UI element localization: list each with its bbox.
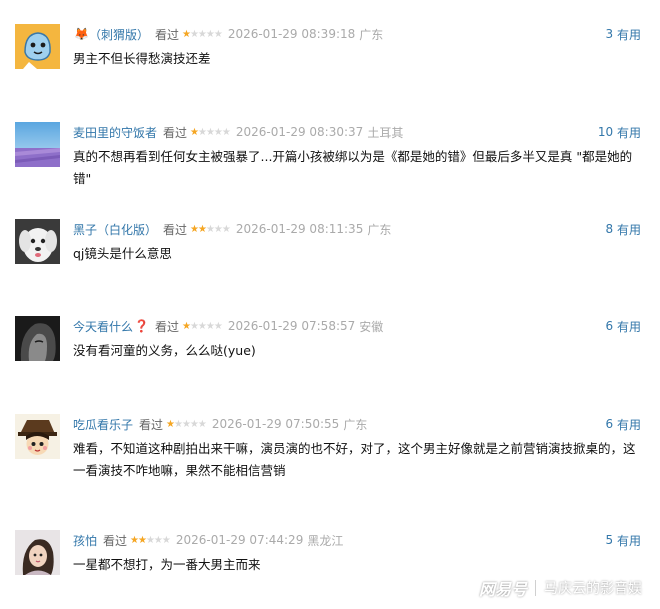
comment-meta: 今天看什么 ❓ 看过 ★★★★★ 2026-01-29 07:58:57 安徽 bbox=[73, 317, 383, 335]
comment-time: 2026-01-29 07:50:55 bbox=[211, 417, 340, 431]
avatar[interactable] bbox=[15, 122, 60, 167]
username-link[interactable]: 吃瓜看乐子 bbox=[73, 416, 133, 433]
watched-status: 看过 bbox=[139, 417, 164, 432]
comment-location: 土耳其 bbox=[367, 125, 404, 140]
avatar-dark-portrait-icon bbox=[15, 316, 60, 361]
useful-count: 8 bbox=[605, 222, 614, 236]
rating-stars: ★★★★★ bbox=[130, 534, 171, 546]
comment-location: 安徽 bbox=[359, 319, 384, 334]
watched-status: 看过 bbox=[103, 533, 128, 548]
avatar-cartoon-icon bbox=[15, 24, 60, 69]
avatar-portrait-icon bbox=[15, 530, 60, 575]
watermark: 网易号 马庆云的影音娱 bbox=[479, 576, 642, 600]
avatar-lavender-field-icon bbox=[15, 122, 60, 167]
watched-status: 看过 bbox=[163, 125, 188, 140]
comment-text: 男主不但长得愁演技还差 bbox=[73, 51, 211, 66]
watched-status: 看过 bbox=[163, 222, 188, 237]
comment-location: 广东 bbox=[343, 417, 368, 432]
comment-text: qj镜头是什么意思 bbox=[73, 246, 172, 261]
rating-stars: ★★★★★ bbox=[190, 223, 231, 235]
useful-count: 3 bbox=[605, 27, 614, 41]
comment-text: 一星都不想打，为一番大男主而来 bbox=[73, 557, 261, 572]
avatar[interactable] bbox=[15, 316, 60, 361]
rating-stars: ★★★★★ bbox=[181, 320, 223, 332]
comment-item: 麦田里的守饭者 看过 ★★★★★ 2026-01-29 08:30:37 土耳其… bbox=[0, 120, 660, 217]
comment-meta: 麦田里的守饭者 看过 ★★★★★ 2026-01-29 08:30:37 土耳其 bbox=[73, 123, 403, 141]
useful-button[interactable]: 10 有用 bbox=[598, 123, 641, 141]
comment-item: 🦊 （刺猬版） 看过 ★★★★★ 2026-01-29 08:39:18 广东 … bbox=[0, 22, 660, 119]
avatar-cartoon-girl-icon bbox=[15, 414, 60, 459]
rating-stars: ★★★★★ bbox=[181, 28, 223, 40]
useful-label: 有用 bbox=[616, 125, 641, 140]
useful-count: 5 bbox=[605, 533, 614, 547]
useful-label: 有用 bbox=[616, 533, 641, 548]
useful-button[interactable]: 3 有用 bbox=[606, 25, 641, 43]
avatar[interactable] bbox=[15, 414, 60, 459]
useful-button[interactable]: 8 有用 bbox=[606, 220, 641, 238]
comment-meta: 🦊 （刺猬版） 看过 ★★★★★ 2026-01-29 08:39:18 广东 bbox=[73, 25, 383, 43]
comment-location: 黑龙江 bbox=[307, 533, 344, 548]
rating-stars: ★★★★★ bbox=[190, 126, 231, 138]
useful-label: 有用 bbox=[616, 27, 641, 42]
comment-location: 广东 bbox=[359, 27, 384, 42]
username-link[interactable]: 黑子（白化版） bbox=[73, 221, 157, 238]
useful-count: 6 bbox=[605, 319, 614, 333]
avatar[interactable] bbox=[15, 24, 60, 69]
comment-time: 2026-01-29 08:39:18 bbox=[227, 27, 356, 41]
username-link[interactable]: 今天看什么 bbox=[73, 318, 133, 335]
comment-text: 没有看河童的义务，么么哒(yue) bbox=[73, 343, 256, 358]
comment-text: 难看，不知道这种剧拍出来干嘛，演员演的也不好，对了，这个男主好像就是之前营销演技… bbox=[73, 441, 636, 478]
comment-item: 今天看什么 ❓ 看过 ★★★★★ 2026-01-29 07:58:57 安徽 … bbox=[0, 314, 660, 411]
watermark-divider bbox=[535, 580, 536, 596]
watched-status: 看过 bbox=[154, 319, 179, 334]
username-link[interactable]: 孩怕 bbox=[73, 532, 97, 549]
useful-button[interactable]: 5 有用 bbox=[606, 531, 641, 549]
comment-meta: 孩怕 看过 ★★★★★ 2026-01-29 07:44:29 黑龙江 bbox=[73, 531, 343, 549]
comment-time: 2026-01-29 08:30:37 bbox=[235, 125, 364, 139]
comment-item: 吃瓜看乐子 看过 ★★★★★ 2026-01-29 07:50:55 广东 6 … bbox=[0, 412, 660, 509]
avatar[interactable] bbox=[15, 530, 60, 575]
useful-button[interactable]: 6 有用 bbox=[606, 415, 641, 433]
useful-label: 有用 bbox=[616, 222, 641, 237]
useful-count: 6 bbox=[605, 417, 614, 431]
avatar[interactable] bbox=[15, 219, 60, 264]
comment-text: 真的不想再看到任何女主被强暴了...开篇小孩被绑以为是《都是她的错》但最后多半又… bbox=[73, 149, 633, 186]
username-link[interactable]: （刺猬版） bbox=[89, 26, 149, 43]
useful-count: 10 bbox=[597, 125, 614, 139]
rating-stars: ★★★★★ bbox=[166, 418, 207, 430]
comment-time: 2026-01-29 07:58:57 bbox=[227, 319, 356, 333]
comment-meta: 黑子（白化版） 看过 ★★★★★ 2026-01-29 08:11:35 广东 bbox=[73, 220, 391, 238]
question-mark-icon: ❓ bbox=[134, 319, 149, 333]
avatar-white-dog-icon bbox=[15, 219, 60, 264]
comment-location: 广东 bbox=[367, 222, 392, 237]
comment-time: 2026-01-29 07:44:29 bbox=[175, 533, 304, 547]
comment-time: 2026-01-29 08:11:35 bbox=[235, 222, 364, 236]
fox-icon: 🦊 bbox=[74, 27, 89, 41]
comment-item: 黑子（白化版） 看过 ★★★★★ 2026-01-29 08:11:35 广东 … bbox=[0, 217, 660, 314]
watermark-author: 马庆云的影音娱 bbox=[544, 581, 642, 597]
comment-meta: 吃瓜看乐子 看过 ★★★★★ 2026-01-29 07:50:55 广东 bbox=[73, 415, 367, 433]
useful-button[interactable]: 6 有用 bbox=[606, 317, 641, 335]
watermark-brand: 网易号 bbox=[478, 580, 527, 599]
username-link[interactable]: 麦田里的守饭者 bbox=[73, 124, 157, 141]
watched-status: 看过 bbox=[154, 27, 179, 42]
useful-label: 有用 bbox=[616, 319, 641, 334]
useful-label: 有用 bbox=[616, 417, 641, 432]
